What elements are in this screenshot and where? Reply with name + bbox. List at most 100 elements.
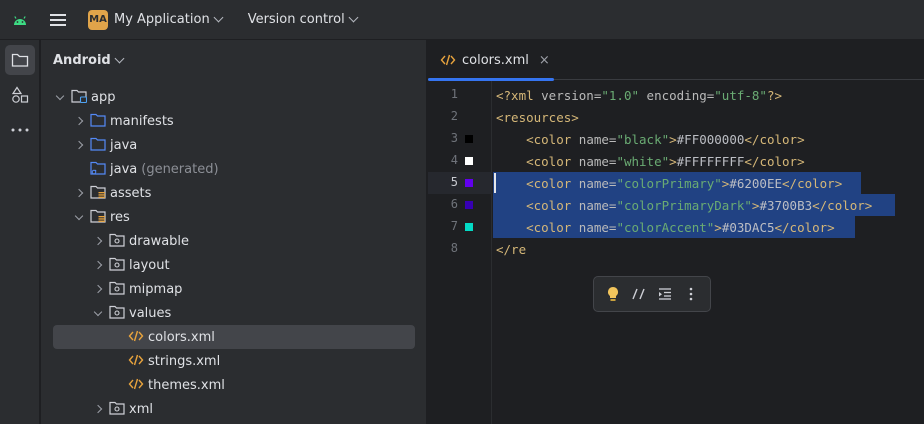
tree-item-label: mipmap xyxy=(129,281,183,297)
tree-item[interactable]: colors.xml xyxy=(53,325,415,349)
chevron-right-icon[interactable] xyxy=(72,181,86,205)
more-tools-button[interactable] xyxy=(5,115,35,145)
tree-item[interactable]: strings.xml xyxy=(53,349,415,373)
chevron-down-icon xyxy=(114,53,125,63)
tree-item[interactable]: assets xyxy=(53,181,415,205)
code-token: "colorPrimaryDark" xyxy=(616,197,752,213)
code-token: "black" xyxy=(616,131,670,147)
hamburger-icon xyxy=(50,18,66,21)
color-swatch[interactable] xyxy=(465,135,473,143)
code-line: <?xml version= "1.0" encoding= "utf-8" ?> xyxy=(496,84,782,106)
xml-file-icon xyxy=(128,353,144,369)
project-badge: MA xyxy=(88,9,108,30)
tree-item-label: manifests xyxy=(110,113,174,129)
more-vertical-icon[interactable] xyxy=(680,283,702,305)
code-token: </color> xyxy=(744,153,805,169)
line-number: 4 xyxy=(450,153,458,167)
tab-label: colors.xml xyxy=(462,52,529,68)
code-token: #03DAC5 xyxy=(721,219,775,235)
code-line: <resources> xyxy=(496,106,579,128)
comment-icon[interactable] xyxy=(628,283,650,305)
code-token: ?> xyxy=(766,87,783,103)
code-token: <color xyxy=(526,153,579,169)
chevron-right-icon[interactable] xyxy=(72,109,86,133)
code-token: <color xyxy=(526,175,579,191)
resource-manager-button[interactable] xyxy=(5,80,35,110)
android-logo-icon[interactable] xyxy=(0,0,40,40)
code-token: #6200EE xyxy=(729,175,783,191)
tool-window-strip xyxy=(0,40,40,424)
color-swatch[interactable] xyxy=(465,179,473,187)
tree-item-label: themes.xml xyxy=(148,377,225,393)
code-token: name= xyxy=(578,197,617,213)
project-selector[interactable]: MA My Application xyxy=(88,6,224,34)
code-token: name= xyxy=(578,131,617,147)
code-area[interactable]: <?xml version= "1.0" encoding= "utf-8" ?> <r… xyxy=(493,81,924,424)
chevron-down-icon[interactable] xyxy=(72,205,86,229)
chevron-right-icon[interactable] xyxy=(91,277,105,301)
tree-item[interactable]: java (generated) xyxy=(53,157,415,181)
tree-item-label: res xyxy=(110,209,130,225)
folder-icon xyxy=(11,53,29,67)
shapes-icon xyxy=(11,86,29,103)
package-folder-icon xyxy=(109,305,125,321)
tree-item[interactable]: values xyxy=(53,301,415,325)
project-view-selector[interactable]: Android xyxy=(41,40,426,80)
line-number: 8 xyxy=(450,241,458,255)
tree-item[interactable]: xml xyxy=(53,397,415,421)
tree-item[interactable]: java xyxy=(53,133,415,157)
resource-folder-icon xyxy=(90,185,106,201)
chevron-right-icon[interactable] xyxy=(91,229,105,253)
code-line: </re xyxy=(496,238,526,260)
project-name: My Application xyxy=(114,12,210,27)
reformat-icon[interactable] xyxy=(654,283,676,305)
tab-colors-xml[interactable]: colors.xml × xyxy=(428,40,554,81)
line-number: 7 xyxy=(450,219,458,233)
package-folder-icon xyxy=(109,233,125,249)
color-swatch[interactable] xyxy=(465,223,473,231)
chevron-down-icon xyxy=(348,12,359,23)
tree-item[interactable]: app xyxy=(53,85,415,109)
code-token: name= xyxy=(578,153,617,169)
project-view-label: Android xyxy=(53,52,111,68)
tree-item[interactable]: themes.xml xyxy=(53,373,415,397)
lightbulb-icon[interactable] xyxy=(602,283,624,305)
more-horizontal-icon xyxy=(11,128,29,132)
code-token: "colorPrimary" xyxy=(616,175,722,191)
chevron-right-icon[interactable] xyxy=(91,397,105,421)
xml-file-icon xyxy=(128,377,144,393)
tree-item[interactable]: drawable xyxy=(53,229,415,253)
tree-item[interactable]: mipmap xyxy=(53,277,415,301)
color-swatch[interactable] xyxy=(465,157,473,165)
color-swatch[interactable] xyxy=(465,201,473,209)
code-token: > xyxy=(714,219,722,235)
floating-toolbar xyxy=(593,276,711,312)
tree-item-label: assets xyxy=(110,185,152,201)
line-number: 3 xyxy=(450,131,458,145)
version-control-menu[interactable]: Version control xyxy=(242,12,359,27)
chevron-right-icon[interactable] xyxy=(72,133,86,157)
tree-item[interactable]: manifests xyxy=(53,109,415,133)
tree-item-label: xml xyxy=(129,401,153,417)
code-token: </color> xyxy=(782,175,843,191)
line-number-gutter[interactable]: 1 2 3 4 5 6 7 8 xyxy=(428,81,492,424)
xml-file-icon xyxy=(128,329,144,345)
tree-item[interactable]: res xyxy=(53,205,415,229)
project-tool-button[interactable] xyxy=(5,45,35,75)
chevron-down-icon[interactable] xyxy=(91,301,105,325)
tree-item[interactable]: layout xyxy=(53,253,415,277)
code-line: <color name= "colorPrimary" > #6200EE </colo… xyxy=(496,172,842,194)
chevron-down-icon[interactable] xyxy=(53,85,67,109)
code-token: </color> xyxy=(774,219,835,235)
chevron-right-icon[interactable] xyxy=(91,253,105,277)
title-bar: MA My Application Version control xyxy=(0,0,924,40)
close-icon[interactable]: × xyxy=(539,53,550,68)
tree-item-label: values xyxy=(129,305,172,321)
xml-file-icon xyxy=(440,54,456,66)
line-number: 2 xyxy=(450,109,458,123)
main-menu-button[interactable] xyxy=(40,0,76,40)
